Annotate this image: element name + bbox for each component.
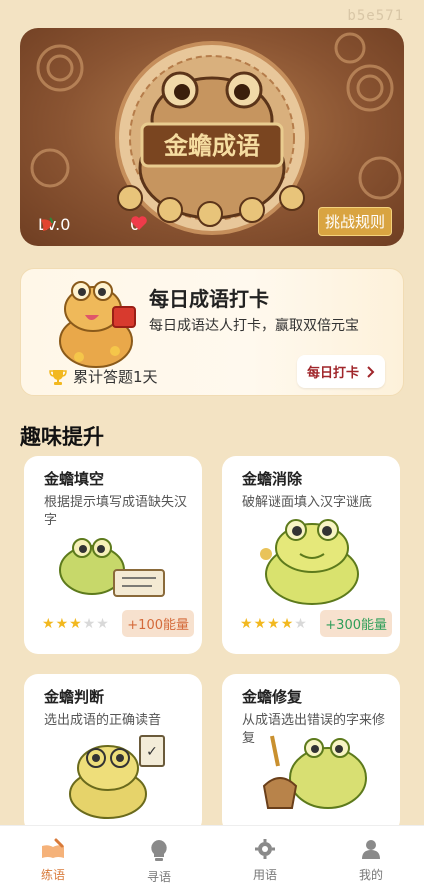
daily-subtitle: 每日成语达人打卡，赢取双倍元宝 [149, 318, 359, 334]
card-description: 选出成语的正确读音 [44, 713, 162, 728]
nav-tab-use[interactable]: 用语 [212, 826, 318, 889]
star-icon: ★ [82, 616, 96, 632]
difficulty-stars: ★ ★ ★ ★ ★ [42, 616, 109, 632]
game-card-repair[interactable]: 金蟾修复 从成语选出错误的字来修复 [222, 674, 400, 834]
daily-checkin-button-label: 每日打卡 [306, 366, 359, 381]
nav-tab-practice[interactable]: 练语 [0, 826, 106, 889]
card-title: 金蟾修复 [242, 688, 303, 706]
toad-mascot-illustration [59, 281, 136, 368]
game-card-eliminate[interactable]: 金蟾消除 破解谜面填入汉字谜底 ★ ★ ★ ★ ★ +300能量 [222, 456, 400, 654]
energy-badge: +300能量 [320, 610, 392, 637]
toad-thinking-illustration [260, 519, 359, 605]
nav-label: 我的 [358, 868, 383, 882]
nav-tab-mine[interactable]: 我的 [318, 826, 424, 889]
nav-label: 寻语 [146, 870, 171, 884]
daily-title: 每日成语打卡 [149, 287, 269, 311]
star-icon: ★ [42, 616, 55, 632]
toad-glasses-illustration: ✓ [69, 735, 165, 819]
lives-indicator: 0 [130, 215, 147, 234]
user-icon [362, 840, 380, 859]
heart-icon [131, 216, 147, 230]
card-description: 破解谜面填入汉字谜底 [242, 495, 373, 510]
trophy-icon [49, 369, 67, 385]
toad-pottery-illustration [262, 735, 367, 809]
svg-text:✓: ✓ [146, 744, 158, 760]
star-icon: ★ [267, 616, 280, 632]
star-icon: ★ [294, 616, 307, 632]
game-card-judge[interactable]: 金蟾判断 选出成语的正确读音 ✓ [24, 674, 202, 834]
star-icon: ★ [280, 616, 294, 632]
star-icon: ★ [96, 616, 109, 632]
chevron-right-icon [367, 365, 375, 378]
brush-book-icon [42, 838, 64, 858]
nav-label: 用语 [252, 868, 277, 882]
watermark: b5e571 [347, 8, 404, 24]
chili-icon [41, 217, 53, 231]
hero-banner[interactable]: 金蟾成语 Lv.0 0 挑战规则 [20, 28, 404, 246]
daily-checkin-button[interactable]: 每日打卡 [296, 355, 385, 388]
section-title-fun: 趣味提升 [20, 424, 104, 449]
toad-scroll-illustration [59, 538, 165, 597]
total-days-label: 累计答题1天 [49, 366, 158, 387]
hero-title: 金蟾成语 [163, 131, 260, 160]
nav-tab-search[interactable]: 寻语 [106, 826, 212, 889]
gear-icon [255, 839, 275, 859]
challenge-rules-button[interactable]: 挑战规则 [317, 207, 392, 236]
bottom-nav: 练语 寻语 用语 我的 [0, 825, 424, 889]
card-description: 根据提示填写成语缺失汉字 [44, 495, 188, 528]
card-title: 金蟾判断 [44, 688, 105, 706]
nav-label: 练语 [40, 868, 65, 882]
difficulty-stars: ★ ★ ★ ★ ★ [240, 616, 307, 632]
star-icon: ★ [240, 616, 253, 632]
game-card-fill-blank[interactable]: 金蟾填空 根据提示填写成语缺失汉字 ★ ★ ★ ★ ★ +100能量 [24, 456, 202, 654]
card-title: 金蟾填空 [44, 470, 105, 488]
star-icon: ★ [55, 616, 69, 632]
total-days-text: 累计答题1天 [73, 368, 158, 386]
daily-checkin-card[interactable]: 每日成语打卡 每日成语达人打卡，赢取双倍元宝 累计答题1天 每日打卡 [20, 268, 404, 396]
card-title: 金蟾消除 [242, 470, 303, 488]
lightbulb-icon [151, 840, 167, 861]
energy-badge: +100能量 [122, 610, 194, 637]
level-indicator: Lv.0 [38, 215, 70, 234]
star-icon: ★ [253, 616, 267, 632]
star-icon: ★ [69, 616, 82, 632]
